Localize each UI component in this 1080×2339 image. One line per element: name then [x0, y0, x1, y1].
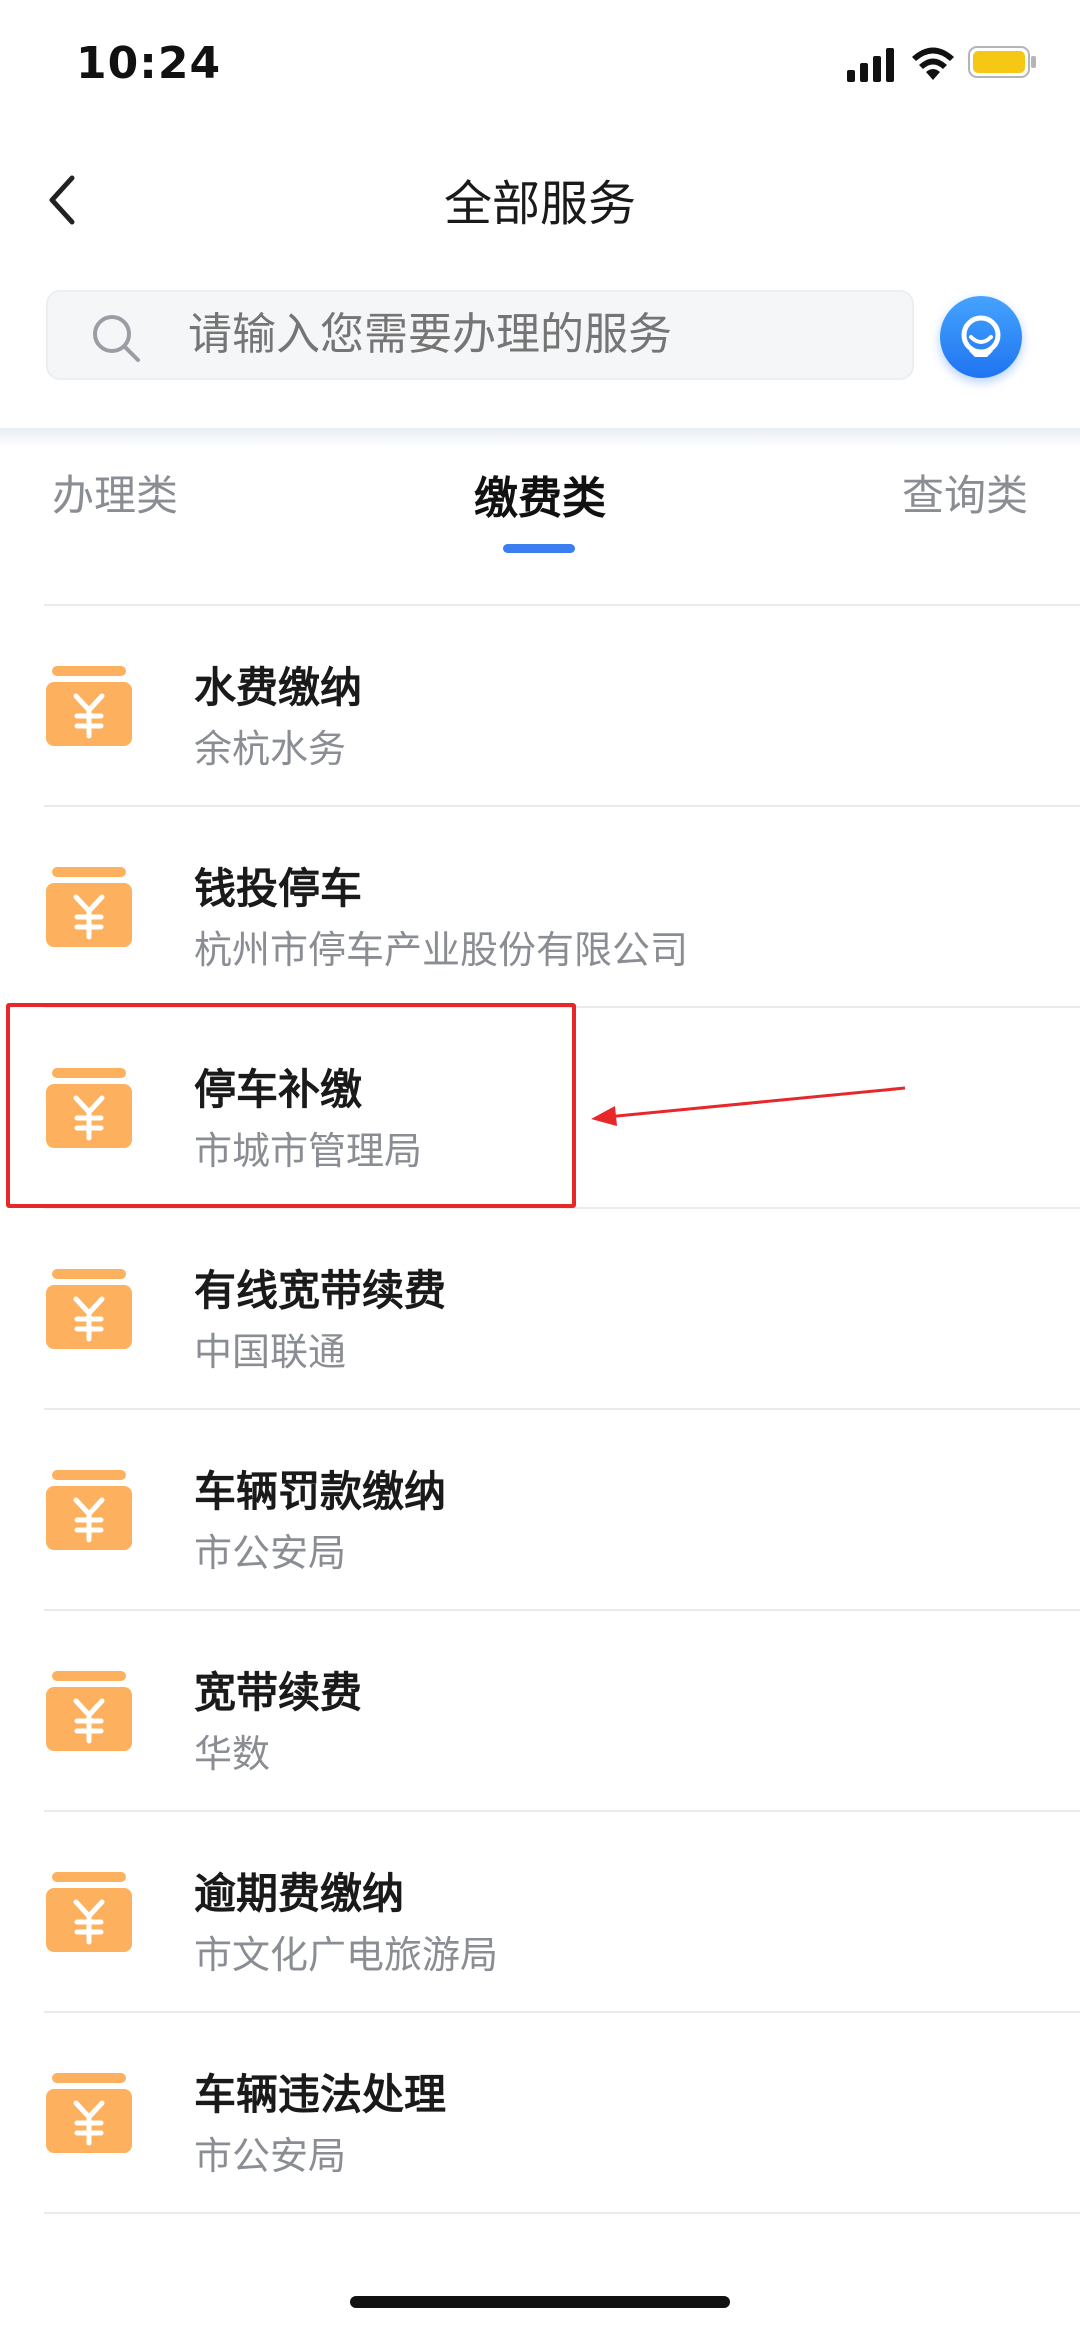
divider [44, 805, 1080, 807]
service-title: 钱投停车 [194, 864, 363, 913]
active-tab-indicator [503, 544, 575, 553]
annotation-highlight-box [6, 1003, 576, 1208]
divider [44, 2011, 1080, 2013]
service-item[interactable]: 逾期费缴纳 市文化广电旅游局 [0, 1810, 1080, 2011]
service-item[interactable]: 车辆违法处理 市公安局 [0, 2011, 1080, 2212]
service-provider: 杭州市停车产业股份有限公司 [194, 928, 689, 972]
yuan-payment-icon [46, 1872, 132, 1952]
service-title: 车辆罚款缴纳 [194, 1467, 447, 1516]
service-title: 有线宽带续费 [194, 1266, 447, 1315]
service-provider: 市文化广电旅游局 [194, 1933, 499, 1977]
service-item[interactable]: 钱投停车 杭州市停车产业股份有限公司 [0, 805, 1080, 1006]
wifi-icon [912, 47, 954, 80]
divider [44, 1408, 1080, 1410]
service-provider: 华数 [194, 1732, 271, 1776]
service-provider: 市公安局 [194, 2134, 347, 2178]
divider [44, 1810, 1080, 1812]
service-list: 水费缴纳 余杭水务 钱投停车 杭州市停车产业股份有限公司 停车补缴 市城市管理局… [0, 604, 1080, 2214]
search-input[interactable] [188, 292, 888, 378]
service-provider: 市公安局 [194, 1531, 347, 1575]
service-item[interactable]: 车辆罚款缴纳 市公安局 [0, 1408, 1080, 1609]
service-title: 宽带续费 [194, 1668, 363, 1717]
navigation-bar: 全部服务 [0, 140, 1080, 250]
yuan-payment-icon [46, 1269, 132, 1349]
service-item[interactable]: 水费缴纳 余杭水务 [0, 604, 1080, 805]
status-time: 10:24 [76, 38, 222, 89]
cellular-signal-icon [847, 48, 894, 82]
yuan-payment-icon [46, 2073, 132, 2153]
search-bar[interactable] [46, 290, 914, 380]
tab-query[interactable]: 查询类 [902, 462, 1028, 523]
annotation-arrow-icon [591, 1086, 906, 1126]
search-icon [93, 315, 140, 362]
service-title: 车辆违法处理 [194, 2070, 447, 2119]
battery-icon [968, 46, 1036, 78]
service-provider: 中国联通 [194, 1330, 347, 1374]
service-item[interactable]: 宽带续费 华数 [0, 1609, 1080, 1810]
divider [44, 604, 1080, 606]
customer-service-button[interactable] [940, 296, 1022, 378]
yuan-payment-icon [46, 867, 132, 947]
service-item[interactable]: 有线宽带续费 中国联通 [0, 1207, 1080, 1408]
yuan-payment-icon [46, 1671, 132, 1751]
service-provider: 余杭水务 [194, 727, 347, 771]
divider [44, 1609, 1080, 1611]
page-title: 全部服务 [443, 176, 636, 232]
yuan-payment-icon [46, 666, 132, 746]
status-bar: 10:24 [0, 0, 1080, 130]
service-title: 水费缴纳 [194, 663, 363, 712]
divider [44, 2212, 1080, 2214]
customer-service-icon [961, 315, 1001, 357]
service-title: 逾期费缴纳 [194, 1869, 405, 1918]
yuan-payment-icon [46, 1470, 132, 1550]
category-tabs: 办理类 缴费类 查询类 [0, 432, 1080, 562]
home-indicator [350, 2296, 730, 2308]
